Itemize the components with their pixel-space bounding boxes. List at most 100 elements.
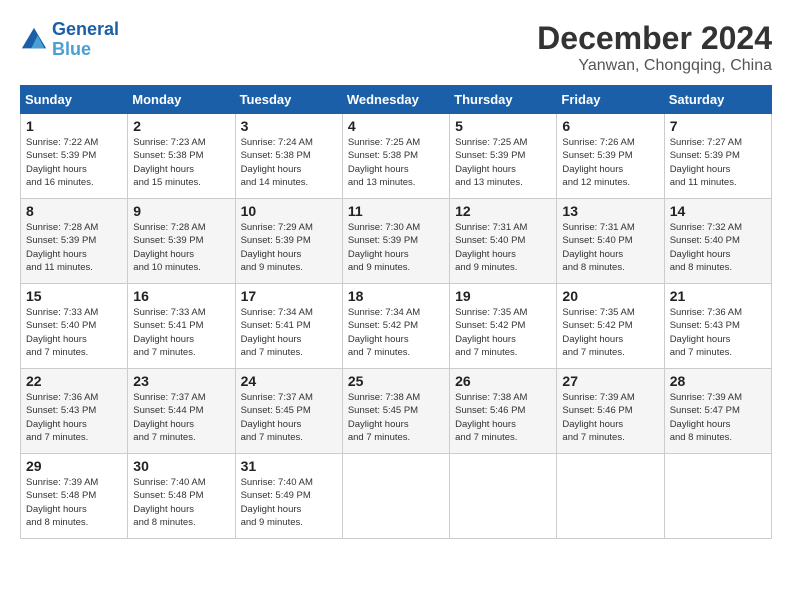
- calendar-cell: 18 Sunrise: 7:34 AMSunset: 5:42 PMDayligh…: [342, 284, 449, 369]
- day-number: 2: [133, 118, 229, 134]
- calendar-cell: 30Sunrise: 7:40 AMSunset: 5:48 PMDayligh…: [128, 454, 235, 539]
- day-info: Sunrise: 7:35 AMSunset: 5:42 PMDaylight …: [455, 306, 551, 359]
- calendar-cell: 2Sunrise: 7:23 AMSunset: 5:38 PMDaylight…: [128, 114, 235, 199]
- day-number: 27: [562, 373, 658, 389]
- day-info: Sunrise: 7:39 AMSunset: 5:47 PMDaylight …: [670, 391, 766, 444]
- day-info: Sunrise: 7:25 AMSunset: 5:39 PMDaylight …: [455, 136, 551, 189]
- day-info: Sunrise: 7:25 AMSunset: 5:38 PMDaylight …: [348, 136, 444, 189]
- day-info: Sunrise: 7:27 AMSunset: 5:39 PMDaylight …: [670, 136, 766, 189]
- day-info: Sunrise: 7:37 AMSunset: 5:45 PMDaylight …: [241, 391, 337, 444]
- location-subtitle: Yanwan, Chongqing, China: [537, 57, 772, 75]
- day-number: 18: [348, 288, 444, 304]
- day-info: Sunrise: 7:24 AMSunset: 5:38 PMDaylight …: [241, 136, 337, 189]
- day-number: 28: [670, 373, 766, 389]
- day-number: 4: [348, 118, 444, 134]
- day-number: 5: [455, 118, 551, 134]
- day-number: 26: [455, 373, 551, 389]
- day-number: 8: [26, 203, 122, 219]
- day-info: Sunrise: 7:36 AMSunset: 5:43 PMDaylight …: [26, 391, 122, 444]
- col-header-sunday: Sunday: [21, 86, 128, 114]
- col-header-monday: Monday: [128, 86, 235, 114]
- day-number: 24: [241, 373, 337, 389]
- calendar-cell: 20 Sunrise: 7:35 AMSunset: 5:42 PMDayligh…: [557, 284, 664, 369]
- day-number: 29: [26, 458, 122, 474]
- calendar-cell: 31 Sunrise: 7:40 AMSunset: 5:49 PMDayligh…: [235, 454, 342, 539]
- day-info: Sunrise: 7:40 AMSunset: 5:48 PMDaylight …: [133, 476, 229, 529]
- day-info: Sunrise: 7:37 AMSunset: 5:44 PMDaylight …: [133, 391, 229, 444]
- calendar-cell: [664, 454, 771, 539]
- day-number: 12: [455, 203, 551, 219]
- calendar-week-row: 8 Sunrise: 7:28 AMSunset: 5:39 PMDaylight…: [21, 199, 772, 284]
- calendar-cell: 14 Sunrise: 7:32 AMSunset: 5:40 PMDayligh…: [664, 199, 771, 284]
- calendar-cell: [557, 454, 664, 539]
- day-number: 31: [241, 458, 337, 474]
- calendar-cell: 19 Sunrise: 7:35 AMSunset: 5:42 PMDayligh…: [450, 284, 557, 369]
- day-number: 3: [241, 118, 337, 134]
- day-number: 21: [670, 288, 766, 304]
- day-number: 16: [133, 288, 229, 304]
- day-info: Sunrise: 7:38 AMSunset: 5:45 PMDaylight …: [348, 391, 444, 444]
- calendar-cell: 21 Sunrise: 7:36 AMSunset: 5:43 PMDayligh…: [664, 284, 771, 369]
- day-number: 7: [670, 118, 766, 134]
- day-info: Sunrise: 7:34 AMSunset: 5:42 PMDaylight …: [348, 306, 444, 359]
- calendar-cell: 10 Sunrise: 7:29 AMSunset: 5:39 PMDayligh…: [235, 199, 342, 284]
- col-header-wednesday: Wednesday: [342, 86, 449, 114]
- calendar-cell: 29 Sunrise: 7:39 AMSunset: 5:48 PMDayligh…: [21, 454, 128, 539]
- calendar-week-row: 22 Sunrise: 7:36 AMSunset: 5:43 PMDayligh…: [21, 369, 772, 454]
- calendar-cell: [342, 454, 449, 539]
- calendar-cell: 15Sunrise: 7:33 AMSunset: 5:40 PMDayligh…: [21, 284, 128, 369]
- day-number: 22: [26, 373, 122, 389]
- calendar-table: SundayMondayTuesdayWednesdayThursdayFrid…: [20, 85, 772, 539]
- calendar-cell: 7 Sunrise: 7:27 AMSunset: 5:39 PMDaylight…: [664, 114, 771, 199]
- day-info: Sunrise: 7:32 AMSunset: 5:40 PMDaylight …: [670, 221, 766, 274]
- calendar-cell: 4 Sunrise: 7:25 AMSunset: 5:38 PMDaylight…: [342, 114, 449, 199]
- day-number: 20: [562, 288, 658, 304]
- day-info: Sunrise: 7:28 AMSunset: 5:39 PMDaylight …: [26, 221, 122, 274]
- calendar-cell: 1Sunrise: 7:22 AMSunset: 5:39 PMDaylight…: [21, 114, 128, 199]
- day-info: Sunrise: 7:29 AMSunset: 5:39 PMDaylight …: [241, 221, 337, 274]
- calendar-cell: 25Sunrise: 7:38 AMSunset: 5:45 PMDayligh…: [342, 369, 449, 454]
- day-number: 10: [241, 203, 337, 219]
- calendar-cell: 28 Sunrise: 7:39 AMSunset: 5:47 PMDayligh…: [664, 369, 771, 454]
- logo-text: General Blue: [52, 20, 119, 60]
- day-number: 13: [562, 203, 658, 219]
- month-title: December 2024: [537, 20, 772, 57]
- col-header-tuesday: Tuesday: [235, 86, 342, 114]
- col-header-friday: Friday: [557, 86, 664, 114]
- logo: General Blue: [20, 20, 119, 60]
- day-info: Sunrise: 7:28 AMSunset: 5:39 PMDaylight …: [133, 221, 229, 274]
- calendar-cell: 23 Sunrise: 7:37 AMSunset: 5:44 PMDayligh…: [128, 369, 235, 454]
- day-number: 9: [133, 203, 229, 219]
- day-info: Sunrise: 7:39 AMSunset: 5:48 PMDaylight …: [26, 476, 122, 529]
- day-info: Sunrise: 7:33 AMSunset: 5:41 PMDaylight …: [133, 306, 229, 359]
- calendar-week-row: 29 Sunrise: 7:39 AMSunset: 5:48 PMDayligh…: [21, 454, 772, 539]
- calendar-cell: 26Sunrise: 7:38 AMSunset: 5:46 PMDayligh…: [450, 369, 557, 454]
- day-number: 1: [26, 118, 122, 134]
- day-number: 11: [348, 203, 444, 219]
- title-block: December 2024 Yanwan, Chongqing, China: [537, 20, 772, 75]
- day-info: Sunrise: 7:26 AMSunset: 5:39 PMDaylight …: [562, 136, 658, 189]
- calendar-cell: 6 Sunrise: 7:26 AMSunset: 5:39 PMDaylight…: [557, 114, 664, 199]
- logo-icon: [20, 26, 48, 54]
- calendar-cell: 11 Sunrise: 7:30 AMSunset: 5:39 PMDayligh…: [342, 199, 449, 284]
- day-number: 15: [26, 288, 122, 304]
- calendar-cell: 12Sunrise: 7:31 AMSunset: 5:40 PMDayligh…: [450, 199, 557, 284]
- day-number: 17: [241, 288, 337, 304]
- calendar-week-row: 15Sunrise: 7:33 AMSunset: 5:40 PMDayligh…: [21, 284, 772, 369]
- day-info: Sunrise: 7:30 AMSunset: 5:39 PMDaylight …: [348, 221, 444, 274]
- calendar-cell: 5 Sunrise: 7:25 AMSunset: 5:39 PMDaylight…: [450, 114, 557, 199]
- day-info: Sunrise: 7:31 AMSunset: 5:40 PMDaylight …: [562, 221, 658, 274]
- day-info: Sunrise: 7:39 AMSunset: 5:46 PMDaylight …: [562, 391, 658, 444]
- day-number: 23: [133, 373, 229, 389]
- day-info: Sunrise: 7:40 AMSunset: 5:49 PMDaylight …: [241, 476, 337, 529]
- calendar-week-row: 1Sunrise: 7:22 AMSunset: 5:39 PMDaylight…: [21, 114, 772, 199]
- col-header-thursday: Thursday: [450, 86, 557, 114]
- calendar-cell: 24 Sunrise: 7:37 AMSunset: 5:45 PMDayligh…: [235, 369, 342, 454]
- day-number: 19: [455, 288, 551, 304]
- day-number: 6: [562, 118, 658, 134]
- day-number: 14: [670, 203, 766, 219]
- day-info: Sunrise: 7:36 AMSunset: 5:43 PMDaylight …: [670, 306, 766, 359]
- calendar-header-row: SundayMondayTuesdayWednesdayThursdayFrid…: [21, 86, 772, 114]
- calendar-cell: 13 Sunrise: 7:31 AMSunset: 5:40 PMDayligh…: [557, 199, 664, 284]
- day-info: Sunrise: 7:35 AMSunset: 5:42 PMDaylight …: [562, 306, 658, 359]
